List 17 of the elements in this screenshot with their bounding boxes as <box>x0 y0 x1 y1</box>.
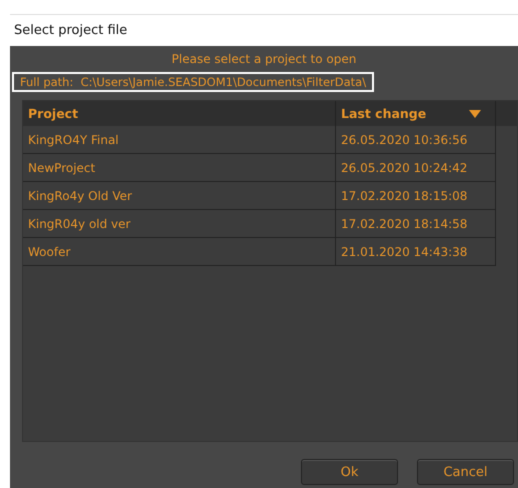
table-cell[interactable]: KingR04y old ver <box>23 210 336 237</box>
column-header[interactable]: Last change <box>336 101 496 126</box>
table-cell[interactable]: 21.01.2020 14:43:38 <box>336 238 496 265</box>
prompt-text: Please select a project to open <box>172 52 356 66</box>
window-title: Select project file <box>14 23 128 38</box>
path-text: Full path: C:\Users\Jamie.SEASDOM1\Documents\FilterData\ <box>12 72 374 92</box>
table-cell[interactable]: 26.05.2020 10:36:56 <box>336 126 496 153</box>
ok-button[interactable]: Ok <box>301 459 398 485</box>
table-cell[interactable]: NewProject <box>23 154 336 181</box>
table-cell[interactable]: 17.02.2020 18:14:58 <box>336 210 496 237</box>
table-cell[interactable]: KingRO4Y Final <box>23 126 336 153</box>
column-header[interactable]: Project <box>23 101 336 126</box>
table-cell[interactable]: KingRo4y Old Ver <box>23 182 336 209</box>
cancel-button[interactable]: Cancel <box>417 459 514 485</box>
table-cell[interactable]: Woofer <box>23 238 336 265</box>
table-cell[interactable]: 26.05.2020 10:24:42 <box>336 154 496 181</box>
table-cell[interactable]: 17.02.2020 18:15:08 <box>336 182 496 209</box>
